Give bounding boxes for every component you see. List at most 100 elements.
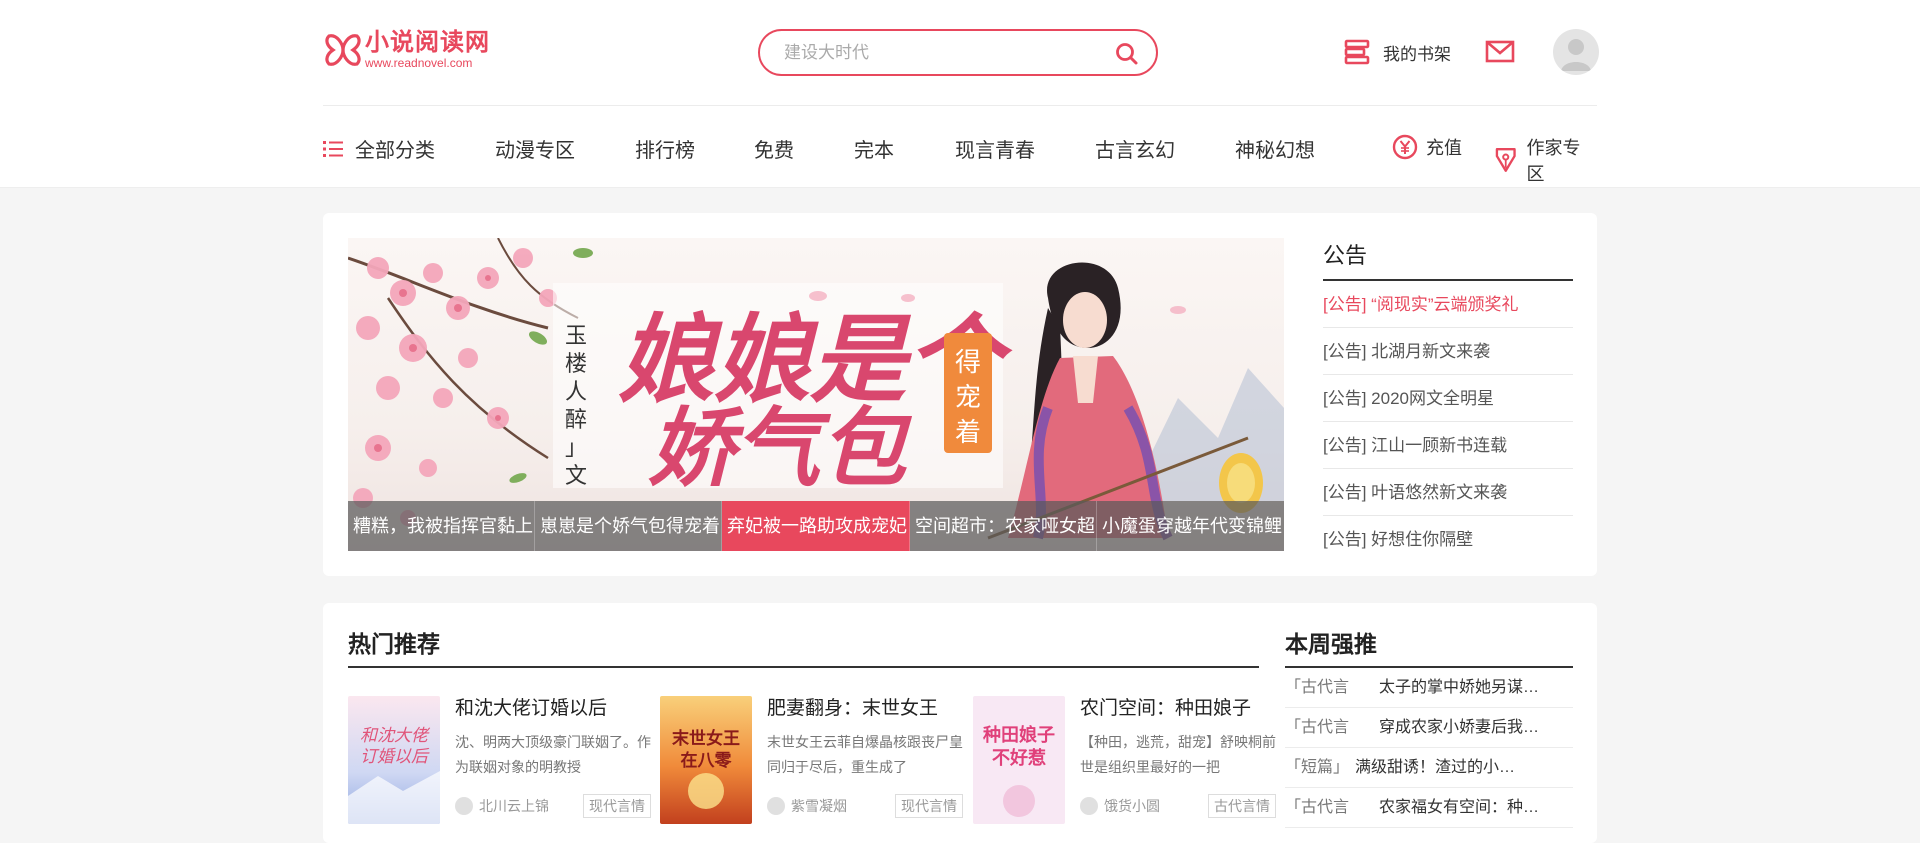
search-box	[758, 29, 1158, 76]
banner-tab[interactable]: 糟糕，我被指挥官黏上	[348, 501, 535, 551]
nav-item-mystery[interactable]: 神秘幻想	[1235, 134, 1315, 163]
nav-all-categories[interactable]: 全部分类	[323, 134, 435, 163]
author-zone-label: 作家专区	[1526, 138, 1581, 184]
search-icon[interactable]	[1114, 41, 1140, 67]
banner-tab[interactable]: 空间超市：农家哑女超	[910, 501, 1097, 551]
recharge-link[interactable]: 充值	[1392, 134, 1462, 160]
book-author[interactable]: 饿货小圆	[1104, 796, 1208, 816]
book-cover[interactable]: 种田娘子 不好惹	[973, 696, 1065, 824]
svg-text:文: 文	[565, 464, 587, 489]
notice-item[interactable]: [公告] “阅现实”云端颁奖礼	[1323, 281, 1573, 328]
nav-item-ranking[interactable]: 排行榜	[635, 134, 695, 163]
weekly-pick-item[interactable]: 「古代言 太子的掌中娇她另谋…	[1285, 668, 1573, 708]
weekly-pick-item[interactable]: 「古代言 农家福女有空间：种…	[1285, 788, 1573, 828]
weekly-pick-item[interactable]: 「短篇」 满级甜诱！渣过的小…	[1285, 748, 1573, 788]
svg-text:楼: 楼	[565, 352, 587, 377]
weekly-picks-title: 本周强推	[1285, 625, 1573, 668]
weekly-picks: 本周强推 「古代言 太子的掌中娇她另谋… 「古代言 穿成农家小娇妻后我… 「短篇…	[1285, 625, 1573, 828]
svg-text:在八零: 在八零	[681, 750, 733, 771]
weekly-pick-title[interactable]: 穿成农家小娇妻后我…	[1379, 708, 1539, 747]
top-bar: 小说阅读网 www.readnovel.com 我的书架	[0, 0, 1920, 188]
nav-all-categories-label: 全部分类	[355, 140, 435, 162]
svg-text:娇气包: 娇气包	[648, 398, 913, 499]
notice-panel: 公告 [公告] “阅现实”云端颁奖礼 [公告] 北湖月新文来袭 [公告] 202…	[1323, 238, 1573, 563]
svg-text:末世女王: 末世女王	[672, 728, 740, 749]
logo-icon	[325, 34, 361, 66]
book-cover[interactable]: 和沈大佬 订婚以后	[348, 696, 440, 824]
featured-card: 娘娘是个 娇气包 得 宠 着 玉 楼 人 醉 」 文 糟糕，我被指挥官黏上 崽崽…	[323, 213, 1597, 576]
weekly-pick-category: 「古代言	[1285, 799, 1350, 816]
banner-tab[interactable]: 小魔蛋穿越年代变锦鲤	[1097, 501, 1284, 551]
weekly-pick-title[interactable]: 满级甜诱！渣过的小…	[1355, 748, 1515, 787]
svg-text:不好惹: 不好惹	[992, 747, 1046, 769]
search-input[interactable]	[784, 41, 1104, 65]
banner-tab-active[interactable]: 弃妃被一路助攻成宠妃	[722, 501, 910, 551]
svg-text:着: 着	[955, 418, 981, 448]
book-title[interactable]: 和沈大佬订婚以后	[455, 693, 607, 720]
pen-nib-icon	[1495, 148, 1516, 172]
svg-text:种田娘子: 种田娘子	[982, 724, 1055, 746]
author-avatar	[1080, 797, 1098, 815]
hot-recommend-title: 热门推荐	[348, 625, 1259, 668]
book-desc: 沈、明两大顶级豪门联姻了。作为联姻对象的明教授	[455, 734, 651, 775]
notice-item[interactable]: [公告] 叶语悠然新文来袭	[1323, 469, 1573, 516]
svg-text:醉: 醉	[565, 408, 587, 433]
nav-item-free[interactable]: 免费	[754, 134, 794, 163]
banner-tab[interactable]: 崽崽是个娇气包得宠着	[535, 501, 722, 551]
book-genre-tag[interactable]: 古代言情	[1208, 794, 1276, 818]
book-cover-art: 末世女王 在八零	[660, 696, 752, 824]
book-title[interactable]: 农门空间：种田娘子	[1080, 693, 1251, 720]
author-avatar	[767, 797, 785, 815]
book-title[interactable]: 肥妻翻身：末世女王	[767, 693, 938, 720]
svg-text:得: 得	[955, 348, 981, 378]
site-logo[interactable]: 小说阅读网 www.readnovel.com	[323, 30, 490, 70]
recharge-label: 充值	[1426, 138, 1462, 158]
book-genre-tag[interactable]: 现代言情	[583, 794, 651, 818]
weekly-pick-category: 「古代言	[1285, 719, 1350, 736]
user-avatar[interactable]	[1553, 29, 1599, 75]
author-zone-link[interactable]: 作家专区	[1493, 134, 1597, 186]
nav-item-finished[interactable]: 完本	[854, 134, 894, 163]
weekly-pick-category: 「短篇」	[1285, 759, 1350, 776]
yen-icon	[1392, 134, 1418, 160]
carousel-banner[interactable]: 娘娘是个 娇气包 得 宠 着 玉 楼 人 醉 」 文 糟糕，我被指挥官黏上 崽崽…	[348, 238, 1284, 551]
svg-text:和沈大佬: 和沈大佬	[360, 726, 431, 746]
svg-text:宠: 宠	[955, 383, 981, 413]
notice-title: 公告	[1323, 238, 1573, 281]
banner-tabs: 糟糕，我被指挥官黏上 崽崽是个娇气包得宠着 弃妃被一路助攻成宠妃 空间超市：农家…	[348, 501, 1284, 551]
list-icon	[323, 140, 343, 157]
book-cover-art: 和沈大佬 订婚以后	[348, 696, 440, 824]
mail-icon[interactable]	[1485, 39, 1515, 65]
book-card[interactable]: 末世女王 在八零 肥妻翻身：末世女王 末世女王云菲自爆晶核跟丧尸皇同归于尽后，重…	[660, 693, 963, 836]
book-card[interactable]: 种田娘子 不好惹 农门空间：种田娘子 【种田，逃荒，甜宠】舒映桐前世是组织里最好…	[973, 693, 1276, 836]
weekly-pick-title[interactable]: 农家福女有空间：种…	[1379, 788, 1539, 827]
book-author[interactable]: 北川云上锦	[479, 796, 583, 816]
bookshelf-icon	[1344, 39, 1370, 65]
book-genre-tag[interactable]: 现代言情	[895, 794, 963, 818]
svg-text:」: 」	[565, 436, 587, 461]
book-desc: 末世女王云菲自爆晶核跟丧尸皇同归于尽后，重生成了	[767, 734, 963, 775]
notice-item[interactable]: [公告] 2020网文全明星	[1323, 375, 1573, 422]
logo-subtitle: www.readnovel.com	[365, 56, 473, 70]
notice-item[interactable]: [公告] 好想住你隔壁	[1323, 516, 1573, 563]
book-cover[interactable]: 末世女王 在八零	[660, 696, 752, 824]
bookshelf-link[interactable]: 我的书架	[1343, 38, 1451, 66]
nav-item-anime[interactable]: 动漫专区	[495, 134, 575, 163]
notice-item[interactable]: [公告] 江山一顾新书连载	[1323, 422, 1573, 469]
banner-side-title: 得 宠 着	[955, 348, 981, 448]
bookshelf-label: 我的书架	[1383, 44, 1451, 64]
header: 小说阅读网 www.readnovel.com 我的书架	[323, 0, 1599, 106]
svg-text:人: 人	[565, 380, 587, 405]
svg-text:订婚以后: 订婚以后	[360, 747, 430, 767]
svg-text:玉: 玉	[565, 324, 587, 349]
nav-item-ancient-fantasy[interactable]: 古言玄幻	[1095, 134, 1175, 163]
book-card[interactable]: 和沈大佬 订婚以后 和沈大佬订婚以后 沈、明两大顶级豪门联姻了。作为联姻对象的明…	[348, 693, 651, 836]
book-desc: 【种田，逃荒，甜宠】舒映桐前世是组织里最好的一把	[1080, 734, 1276, 775]
book-author[interactable]: 紫雪凝烟	[791, 796, 895, 816]
nav-item-modern-romance[interactable]: 现言青春	[955, 134, 1035, 163]
notice-item[interactable]: [公告] 北湖月新文来袭	[1323, 328, 1573, 375]
weekly-pick-category: 「古代言	[1285, 679, 1350, 696]
weekly-pick-title[interactable]: 太子的掌中娇她另谋…	[1379, 668, 1539, 707]
hot-recommend-card: 热门推荐 和沈大佬 订婚以后 和沈大佬订婚以后 沈、明两大顶级豪门联姻了。作为联…	[323, 603, 1597, 843]
weekly-pick-item[interactable]: 「古代言 穿成农家小娇妻后我…	[1285, 708, 1573, 748]
